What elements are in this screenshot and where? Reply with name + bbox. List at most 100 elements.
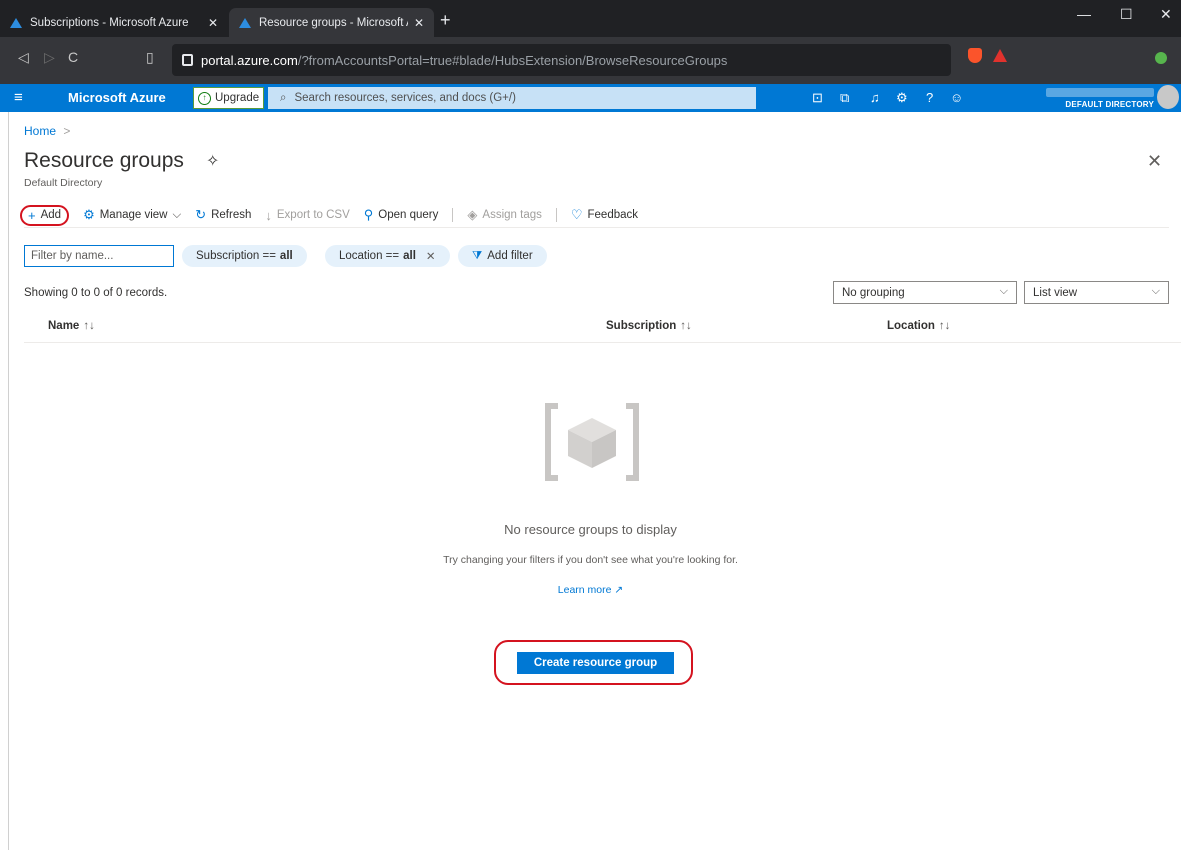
- close-tab-icon[interactable]: ✕: [208, 16, 218, 30]
- page-subtitle: Default Directory: [24, 177, 103, 189]
- chevron-down-icon: ⌵: [999, 285, 1008, 297]
- search-icon: ⌕: [280, 91, 287, 104]
- remove-filter-icon[interactable]: ✕: [426, 249, 436, 263]
- refresh-label: Refresh: [211, 209, 252, 221]
- url-host: portal.azure.com: [201, 52, 298, 68]
- gear-icon: ⚙: [83, 207, 95, 222]
- add-label: Add: [40, 209, 62, 221]
- brand-name[interactable]: Microsoft Azure: [68, 90, 166, 105]
- add-filter-icon: ⧩: [472, 249, 483, 262]
- close-icon[interactable]: ✕: [1147, 151, 1162, 172]
- records-count: Showing 0 to 0 of 0 records.: [24, 287, 168, 299]
- add-filter-label: Add filter: [487, 250, 533, 262]
- chevron-down-icon: ⌵: [1151, 285, 1160, 297]
- table-header-divider: [24, 342, 1181, 343]
- tag-icon: ◈: [467, 207, 478, 222]
- learn-more-link[interactable]: Learn more ↗: [0, 584, 1181, 596]
- account-info[interactable]: DEFAULT DIRECTORY: [1046, 88, 1154, 109]
- location-filter-value: all: [403, 250, 416, 262]
- location-filter-pill[interactable]: Location == all ✕: [325, 245, 450, 267]
- plus-icon: +: [28, 207, 36, 223]
- subscription-filter-label: Subscription ==: [196, 250, 276, 262]
- feedback-label: Feedback: [587, 209, 639, 221]
- view-value: List view: [1033, 286, 1078, 299]
- pin-icon[interactable]: ✧: [206, 151, 219, 171]
- grouping-value: No grouping: [842, 286, 905, 299]
- azure-logo-icon: [239, 17, 251, 28]
- chevron-down-icon: ⌵: [172, 208, 182, 221]
- browser-tab-resource-groups[interactable]: Resource groups - Microsoft Azure ✕: [229, 8, 434, 37]
- view-dropdown[interactable]: List view ⌵: [1024, 281, 1169, 304]
- column-label: Name: [48, 320, 80, 332]
- azure-top-bar: ≡ Microsoft Azure ↑ Upgrade ⌕ Search res…: [0, 84, 1181, 112]
- tab-title: Subscriptions - Microsoft Azure: [30, 16, 189, 29]
- account-directory: DEFAULT DIRECTORY: [1065, 100, 1154, 109]
- subscription-filter-pill[interactable]: Subscription == all: [182, 245, 307, 267]
- feedback-icon[interactable]: ☺: [950, 90, 963, 105]
- reload-icon[interactable]: C: [68, 49, 78, 65]
- back-icon[interactable]: ◁: [18, 49, 29, 66]
- create-resource-group-button[interactable]: Create resource group: [517, 652, 674, 674]
- manage-view-label: Manage view: [99, 209, 168, 221]
- close-tab-icon[interactable]: ✕: [414, 16, 424, 30]
- export-csv-label: Export to CSV: [276, 209, 350, 221]
- blade-left-border: [8, 112, 9, 850]
- new-tab-button[interactable]: +: [440, 10, 451, 30]
- manage-view-button[interactable]: ⚙ Manage view ⌵: [83, 207, 181, 223]
- learn-more-label: Learn more: [557, 584, 612, 596]
- column-header-location[interactable]: Location ↑↓: [887, 320, 950, 332]
- settings-icon[interactable]: ⚙: [896, 90, 908, 106]
- empty-resource-group-icon: [545, 403, 639, 481]
- extension-icon[interactable]: [1155, 52, 1167, 64]
- column-header-subscription[interactable]: Subscription ↑↓: [606, 320, 692, 332]
- forward-icon[interactable]: ▷: [44, 49, 55, 66]
- external-link-icon: ↗: [614, 584, 624, 596]
- assign-tags-button[interactable]: ◈ Assign tags: [467, 207, 541, 223]
- breadcrumb-home[interactable]: Home: [24, 124, 56, 138]
- query-icon: ⚲: [363, 207, 374, 222]
- command-bar: + Add ⚙ Manage view ⌵ ↻ Refresh ↓ Export…: [20, 204, 1169, 228]
- menu-icon[interactable]: ≡: [14, 89, 23, 106]
- toolbar-divider: [452, 208, 454, 222]
- grouping-dropdown[interactable]: No grouping ⌵: [833, 281, 1017, 304]
- refresh-icon: ↻: [195, 207, 207, 222]
- brave-shields-icon[interactable]: [968, 48, 982, 63]
- open-query-button[interactable]: ⚲ Open query: [364, 207, 439, 223]
- avatar[interactable]: [1157, 85, 1179, 109]
- empty-state-title: No resource groups to display: [504, 522, 677, 537]
- assign-tags-label: Assign tags: [482, 209, 542, 221]
- bookmark-icon[interactable]: ▯: [146, 49, 154, 66]
- column-header-name[interactable]: Name ↑↓: [48, 320, 95, 332]
- upgrade-button[interactable]: ↑ Upgrade: [193, 87, 264, 109]
- minimize-button[interactable]: —: [1077, 6, 1091, 22]
- export-csv-button[interactable]: ↓ Export to CSV: [265, 208, 349, 223]
- cloud-shell-icon[interactable]: ⊡: [812, 90, 823, 106]
- maximize-button[interactable]: ☐: [1120, 6, 1133, 23]
- refresh-button[interactable]: ↻ Refresh: [195, 207, 251, 223]
- upgrade-arrow-icon: ↑: [198, 91, 211, 105]
- account-email-redacted: [1046, 88, 1154, 97]
- url-field[interactable]: portal.azure.com /?fromAccountsPortal=tr…: [172, 44, 951, 76]
- feedback-button[interactable]: ♡ Feedback: [571, 207, 638, 223]
- browser-tab-bar: Subscriptions - Microsoft Azure ✕ Resour…: [0, 0, 1181, 37]
- notifications-icon[interactable]: ♫: [870, 90, 880, 105]
- breadcrumb-separator: >: [63, 124, 71, 138]
- help-icon[interactable]: ?: [926, 90, 933, 105]
- add-filter-button[interactable]: ⧩ Add filter: [458, 245, 547, 267]
- tab-title: Resource groups - Microsoft Azure: [259, 16, 408, 29]
- lock-icon: [182, 54, 193, 66]
- upgrade-label: Upgrade: [215, 92, 260, 104]
- close-window-button[interactable]: ✕: [1160, 6, 1172, 23]
- filter-by-name-input[interactable]: Filter by name...: [24, 245, 174, 267]
- sort-icon: ↑↓: [680, 320, 692, 332]
- sort-icon: ↑↓: [83, 320, 95, 332]
- browser-tab-subscriptions[interactable]: Subscriptions - Microsoft Azure ✕: [0, 8, 228, 37]
- directory-filter-icon[interactable]: ⧉: [840, 90, 849, 106]
- subscription-filter-value: all: [279, 250, 293, 262]
- heart-icon: ♡: [570, 207, 583, 222]
- add-button[interactable]: + Add: [20, 204, 70, 226]
- global-search-input[interactable]: ⌕ Search resources, services, and docs (…: [268, 87, 756, 109]
- open-query-label: Open query: [378, 209, 439, 221]
- page-title: Resource groups: [24, 149, 184, 172]
- brave-rewards-icon[interactable]: [993, 49, 1007, 62]
